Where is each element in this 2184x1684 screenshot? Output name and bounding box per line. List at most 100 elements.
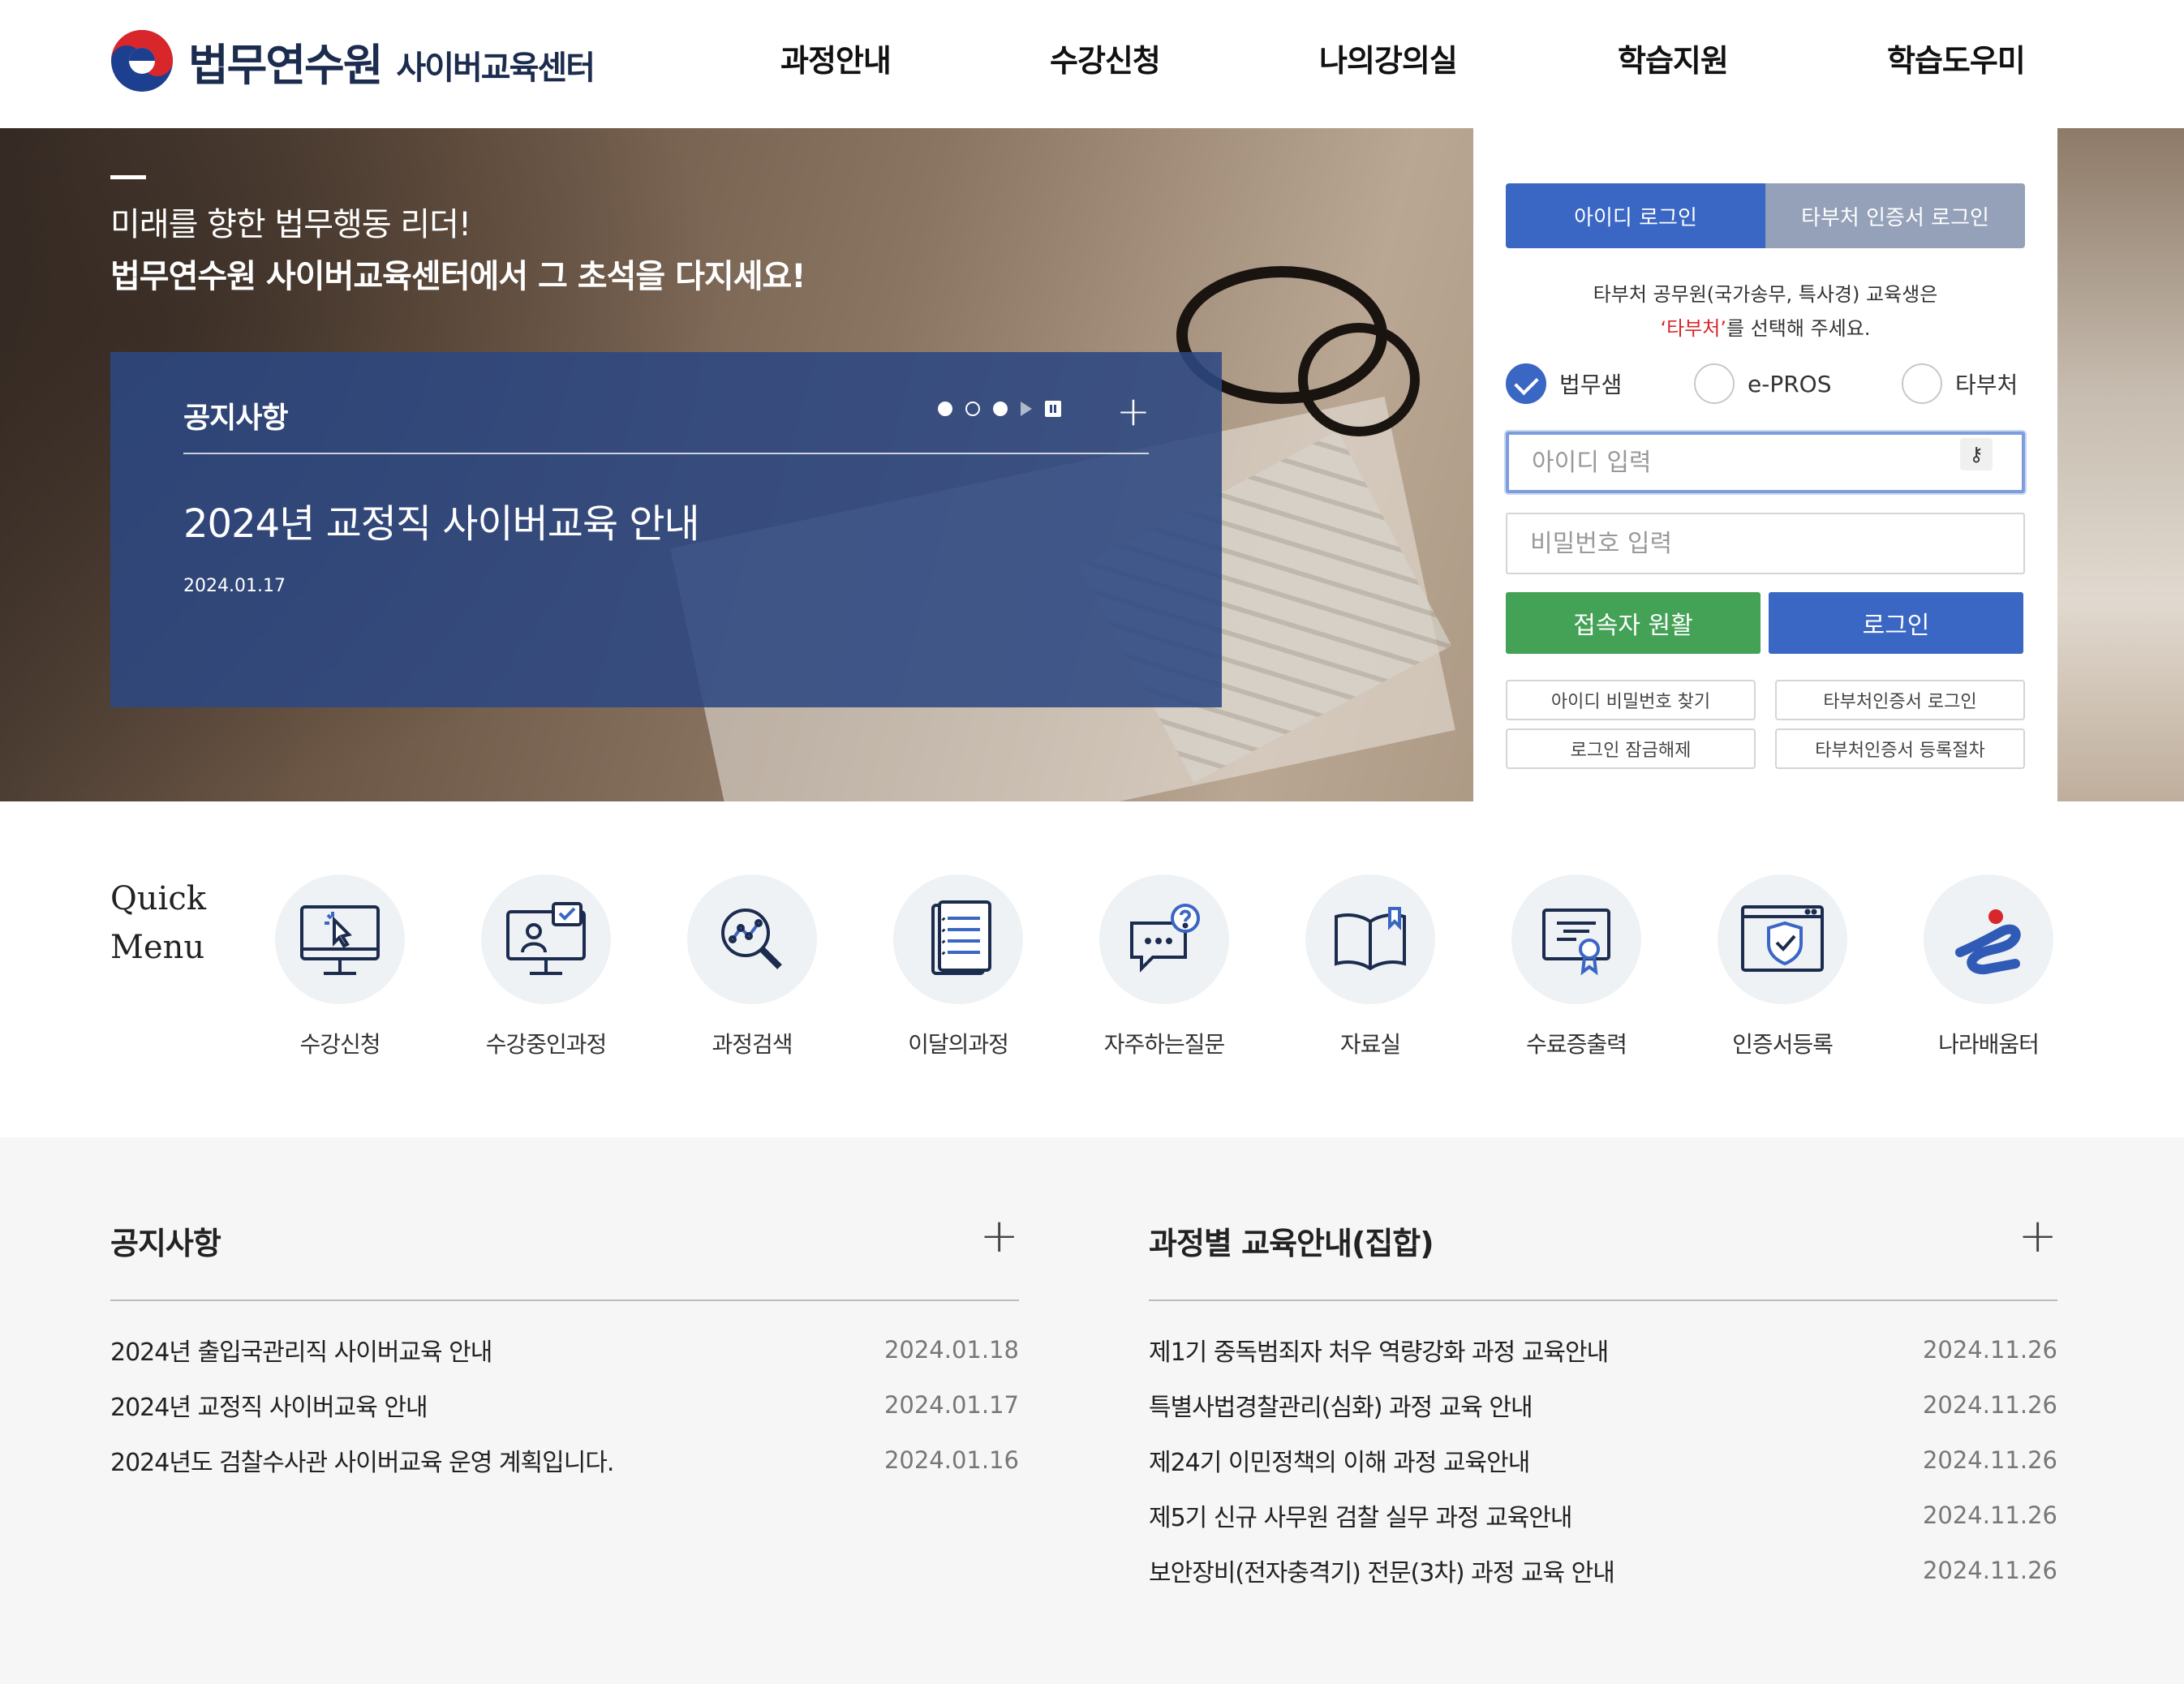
shield-window-icon	[1741, 905, 1824, 972]
cert-login-button[interactable]: 타부처인증서 로그인	[1775, 680, 2025, 720]
quick-menu: Quick Menu 수강신청 수강중인과정 과정검색 이달의과정 자주하는질문…	[0, 801, 2184, 1137]
password-input[interactable]	[1506, 513, 2025, 574]
login-notice-text: 타부처 공무원(국가송무, 특사경) 교육생은 ‘타부처’를 선택해 주세요.	[1506, 277, 2025, 346]
nav-learning-help[interactable]: 학습도우미	[1887, 36, 2026, 80]
quick-item-course-search[interactable]: 과정검색	[649, 874, 855, 1059]
notice-slider-title: 공지사항	[183, 402, 288, 435]
quick-item-label: 인증서등록	[1732, 1031, 1834, 1058]
quick-item-cert-register[interactable]: 인증서등록	[1679, 874, 1885, 1059]
list-item[interactable]: 제1기 중독범죄자 처우 역량강화 과정 교육안내 2024.11.26	[1149, 1322, 2057, 1377]
quick-item-circle[interactable]	[1099, 874, 1229, 1004]
list-item-title[interactable]: 제5기 신규 사무원 검찰 실무 과정 교육안내	[1149, 1497, 1573, 1533]
login-type-radios: 법무샘 e-PROS 타부처	[1506, 363, 2025, 412]
list-item[interactable]: 제5기 신규 사무원 검찰 실무 과정 교육안내 2024.11.26	[1149, 1488, 2057, 1543]
list-item-title[interactable]: 2024년도 검찰수사관 사이버교육 운영 계획입니다.	[110, 1442, 614, 1478]
slider-dot-2[interactable]	[965, 402, 980, 416]
list-item[interactable]: 특별사법경찰관리(심화) 과정 교육 안내 2024.11.26	[1149, 1377, 2057, 1433]
play-icon[interactable]	[1021, 402, 1032, 416]
tab-cert-login[interactable]: 타부처 인증서 로그인	[1765, 183, 2025, 248]
quick-item-circle[interactable]	[1511, 874, 1641, 1004]
cert-registration-guide-button[interactable]: 타부처인증서 등록절차	[1775, 728, 2025, 769]
quick-item-label: 수료증출력	[1526, 1031, 1627, 1058]
boards-section: 공지사항 + 2024년 출입국관리직 사이버교육 안내 2024.01.18 …	[0, 1137, 2184, 1684]
slider-dot-1[interactable]	[938, 402, 952, 416]
notice-headline[interactable]: 2024년 교정직 사이버교육 안내	[183, 492, 700, 548]
radio-checked-icon[interactable]	[1506, 363, 1546, 404]
list-item-title[interactable]: 특별사법경찰관리(심화) 과정 교육 안내	[1149, 1387, 1533, 1423]
quick-item-faq[interactable]: 자주하는질문	[1061, 874, 1267, 1059]
quick-item-archive[interactable]: 자료실	[1267, 874, 1473, 1059]
nav-course-info[interactable]: 과정안내	[780, 36, 892, 80]
quick-item-label: 수강중인과정	[485, 1031, 608, 1058]
narabaeumteo-logo-icon	[1955, 909, 2021, 974]
notice-more-plus-icon[interactable]: +	[1116, 391, 1150, 432]
quick-item-circle[interactable]	[893, 874, 1023, 1004]
logo-main-text: 법무연수원	[188, 39, 383, 91]
login-msg-line1: 타부처 공무원(국가송무, 특사경) 교육생은	[1593, 283, 1938, 306]
login-msg-rest: 를 선택해 주세요.	[1726, 317, 1871, 340]
find-id-password-button[interactable]: 아이디 비밀번호 찾기	[1506, 680, 1756, 720]
radio-other-ministry[interactable]: 타부처	[1902, 363, 2018, 404]
login-panel: 아이디 로그인 타부처 인증서 로그인 타부처 공무원(국가송무, 특사경) 교…	[1473, 128, 2057, 801]
quick-item-circle[interactable]	[275, 874, 405, 1004]
list-item-title[interactable]: 보안장비(전자충격기) 전문(3차) 과정 교육 안내	[1149, 1553, 1615, 1588]
site-logo[interactable]: 법무연수원 사이버교육센터	[109, 24, 595, 97]
radio-unchecked-icon[interactable]	[1694, 363, 1735, 404]
unlock-login-button[interactable]: 로그인 잠금해제	[1506, 728, 1756, 769]
connection-status-button[interactable]: 접속자 원활	[1506, 592, 1761, 654]
quick-item-circle[interactable]	[687, 874, 817, 1004]
board-divider	[110, 1300, 1019, 1301]
list-item[interactable]: 보안장비(전자충격기) 전문(3차) 과정 교육 안내 2024.11.26	[1149, 1543, 2057, 1598]
radio-beopmusaem[interactable]: 법무샘	[1506, 363, 1622, 404]
quick-item-circle[interactable]	[1305, 874, 1435, 1004]
book-icon	[1335, 907, 1406, 971]
nav-learning-support[interactable]: 학습지원	[1618, 36, 1729, 80]
quick-item-monthly-course[interactable]: 이달의과정	[855, 874, 1061, 1059]
list-item-title[interactable]: 제1기 중독범죄자 처우 역량강화 과정 교육안내	[1149, 1332, 1609, 1368]
list-item[interactable]: 2024년도 검찰수사관 사이버교육 운영 계획입니다. 2024.01.16	[110, 1433, 1019, 1488]
taegeuk-logo-icon	[111, 30, 173, 92]
quick-item-label: 이달의과정	[908, 1031, 1009, 1058]
quick-menu-title: Quick Menu	[110, 874, 206, 972]
radio-unchecked-icon[interactable]	[1902, 363, 1942, 404]
quick-item-label: 자료실	[1339, 1031, 1401, 1058]
slider-dot-3[interactable]	[993, 402, 1008, 416]
notice-slider: 공지사항 + 2024년 교정직 사이버교육 안내 2024.01.17	[110, 352, 1222, 707]
quick-item-label: 수강신청	[299, 1031, 380, 1058]
quick-item-circle[interactable]	[1924, 874, 2053, 1004]
list-item-date: 2024.11.26	[1922, 1336, 2057, 1364]
quick-item-my-courses[interactable]: 수강중인과정	[443, 874, 649, 1059]
list-item-date: 2024.01.18	[883, 1336, 1019, 1364]
list-item[interactable]: 2024년 교정직 사이버교육 안내 2024.01.17	[110, 1377, 1019, 1433]
board-divider	[1149, 1300, 2057, 1301]
hero-slogan-line2: 법무연수원 사이버교육센터에서 그 초석을 다지세요!	[110, 258, 806, 295]
list-item-date: 2024.11.26	[1922, 1501, 2057, 1529]
notice-board-more-plus-icon[interactable]: +	[979, 1212, 1019, 1259]
list-item-title[interactable]: 2024년 교정직 사이버교육 안내	[110, 1387, 428, 1423]
pause-icon[interactable]	[1045, 401, 1061, 417]
list-item-title[interactable]: 제24기 이민정책의 이해 과정 교육안내	[1149, 1442, 1530, 1478]
list-item[interactable]: 제24기 이민정책의 이해 과정 교육안내 2024.11.26	[1149, 1433, 2057, 1488]
site-header: 법무연수원 사이버교육센터 과정안내 수강신청 나의강의실 학습지원 학습도우미	[0, 0, 2184, 128]
certificate-icon	[1542, 909, 1610, 976]
quick-item-certificate[interactable]: 수료증출력	[1473, 874, 1679, 1059]
quick-item-circle[interactable]	[1718, 874, 1847, 1004]
course-board-more-plus-icon[interactable]: +	[2018, 1212, 2057, 1259]
radio-epros-label: e-PROS	[1748, 370, 1832, 397]
quick-item-narabaeumteo[interactable]: 나라배움터	[1885, 874, 2092, 1059]
radio-epros[interactable]: e-PROS	[1694, 363, 1831, 404]
list-item-title[interactable]: 2024년 출입국관리직 사이버교육 안내	[110, 1332, 492, 1368]
login-button[interactable]: 로그인	[1769, 592, 2023, 654]
nav-my-classroom[interactable]: 나의강의실	[1319, 36, 1458, 80]
list-item[interactable]: 2024년 출입국관리직 사이버교육 안내 2024.01.18	[110, 1322, 1019, 1377]
quick-item-label: 나라배움터	[1938, 1031, 2040, 1058]
tab-id-login[interactable]: 아이디 로그인	[1506, 183, 1765, 248]
chat-question-icon	[1130, 904, 1200, 973]
nav-registration[interactable]: 수강신청	[1050, 36, 1161, 80]
radio-other-ministry-label: 타부처	[1955, 372, 2018, 398]
id-input[interactable]	[1506, 432, 2025, 493]
radio-beopmusaem-label: 법무샘	[1559, 372, 1623, 398]
quick-item-circle[interactable]	[481, 874, 611, 1004]
quick-item-registration[interactable]: 수강신청	[237, 874, 443, 1059]
key-icon[interactable]: ⚷	[1960, 438, 1993, 470]
